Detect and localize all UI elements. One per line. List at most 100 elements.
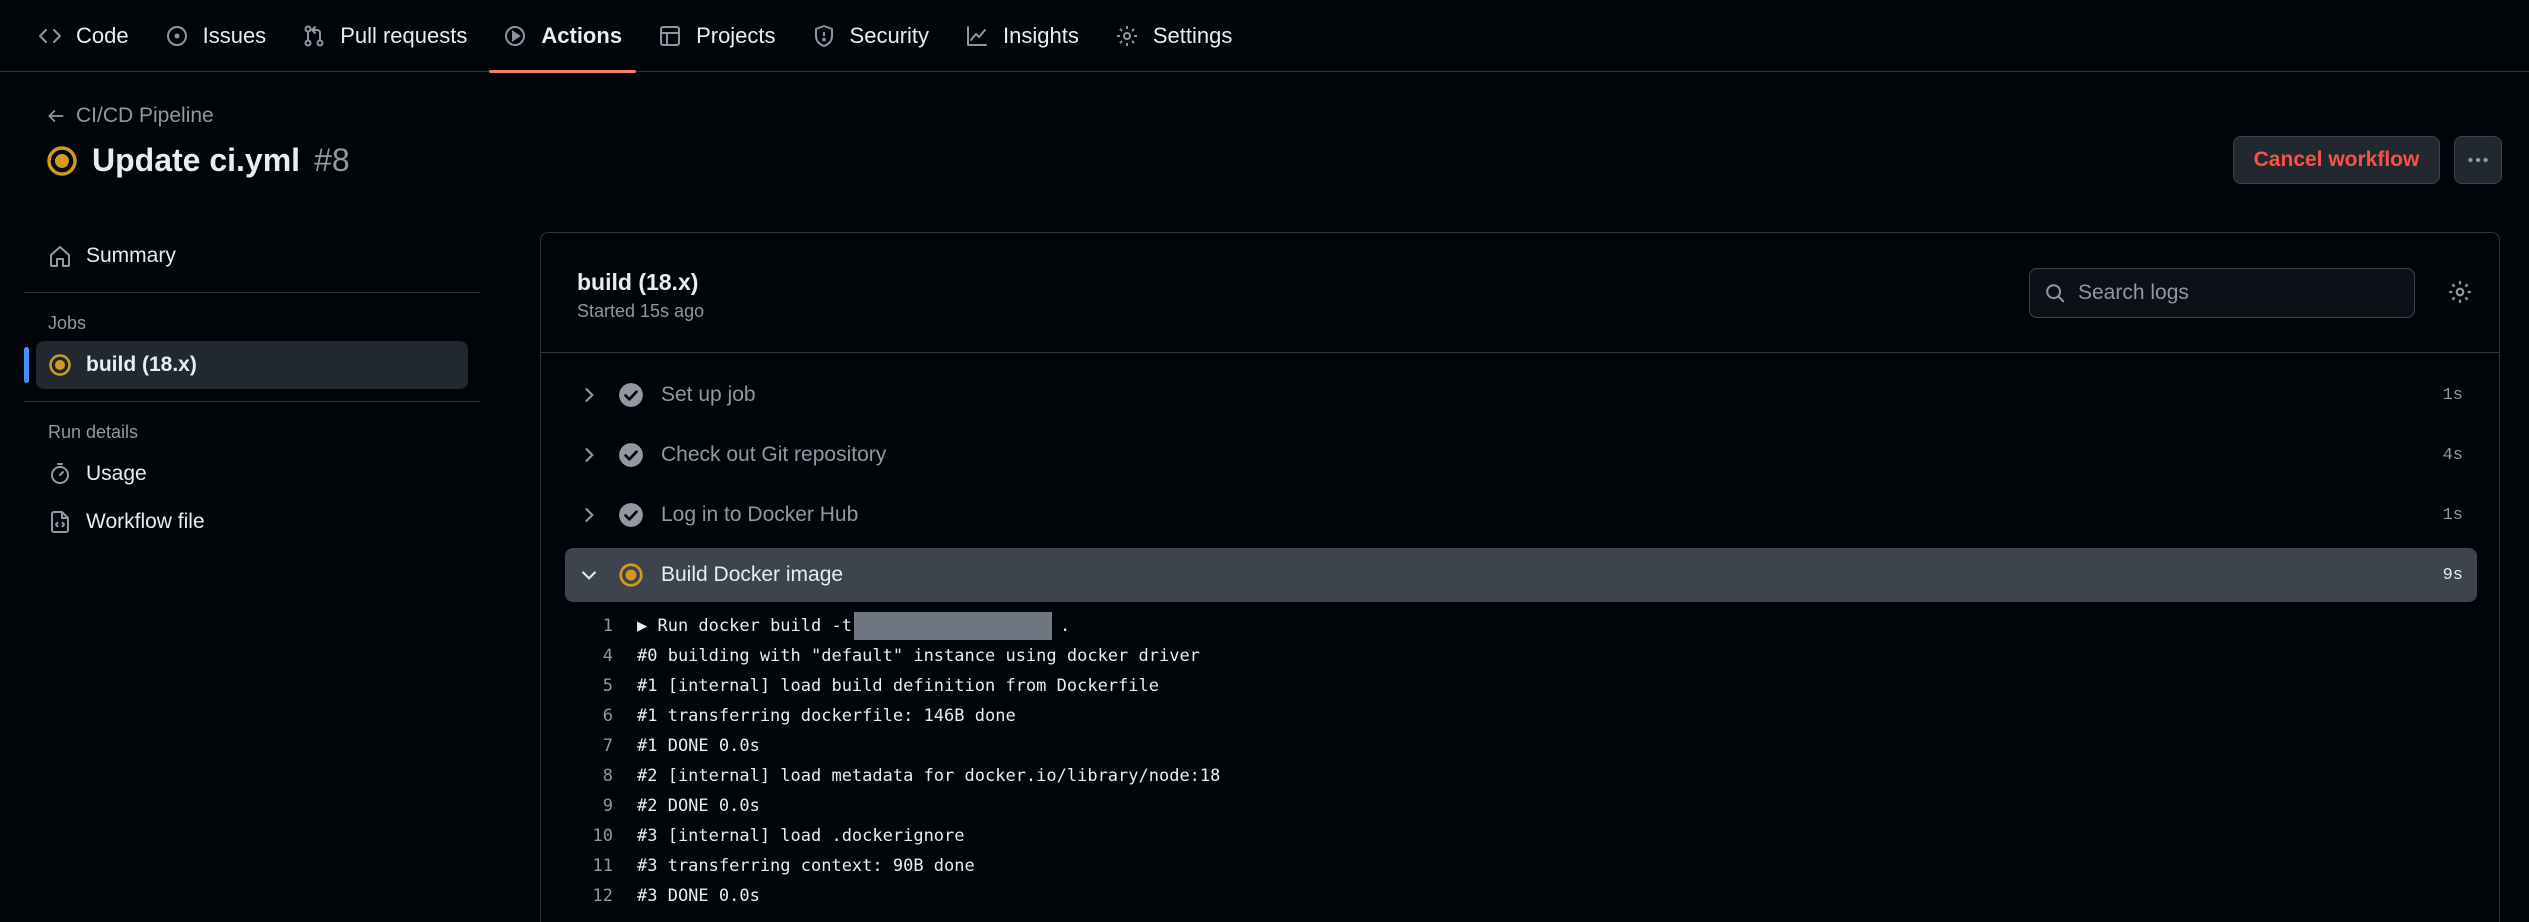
log-command-suffix: . (1059, 616, 1071, 636)
line-number[interactable]: 7 (565, 736, 637, 756)
check-circle-icon (613, 382, 649, 408)
log-line[interactable]: 5 #1 [internal] load build definition fr… (565, 671, 1220, 701)
job-header: build (18.x) Started 15s ago (541, 233, 2499, 353)
in-progress-icon (46, 145, 78, 177)
tab-label: Issues (202, 23, 267, 48)
step-label: Log in to Docker Hub (661, 503, 859, 526)
code-icon (38, 24, 62, 48)
sidebar-item-label: Summary (86, 244, 176, 267)
tab-pull-requests[interactable]: Pull requests (284, 0, 485, 72)
step-duration: 1s (2442, 385, 2463, 405)
log-command-prefix: Run docker build -t (657, 616, 852, 636)
log-text: #0 building with "default" instance usin… (637, 646, 1200, 666)
step-label: Check out Git repository (661, 443, 887, 466)
job-started-time: Started 15s ago (577, 301, 705, 321)
sidebar-item-label: Usage (86, 462, 147, 485)
divider (24, 401, 480, 402)
line-number[interactable]: 10 (565, 826, 637, 846)
page-title: Update ci.yml #8 (46, 142, 350, 179)
search-icon (2044, 282, 2066, 304)
line-number[interactable]: 12 (565, 886, 637, 906)
triangle-right-icon: ▶ (637, 616, 658, 636)
run-title-text: Update ci.yml (92, 142, 301, 178)
issue-icon (165, 24, 189, 48)
log-line[interactable]: 10 #3 [internal] load .dockerignore (565, 821, 1220, 851)
chevron-down-icon (565, 565, 613, 585)
step-row[interactable]: Set up job 1s (565, 368, 2477, 422)
line-number[interactable]: 11 (565, 856, 637, 876)
tab-security[interactable]: Security (794, 0, 947, 72)
step-row[interactable]: Check out Git repository 4s (565, 428, 2477, 482)
sidebar-item-workflow-file[interactable]: Workflow file (24, 498, 480, 546)
graph-icon (965, 24, 989, 48)
step-list: Set up job 1s Check out Git repository 4… (565, 368, 2477, 608)
tab-projects[interactable]: Projects (640, 0, 793, 72)
stopwatch-icon (48, 462, 72, 486)
step-label: Set up job (661, 383, 756, 406)
tab-code[interactable]: Code (20, 0, 147, 72)
log-text: #3 [internal] load .dockerignore (637, 826, 965, 846)
cancel-workflow-button[interactable]: Cancel workflow (2233, 136, 2440, 184)
log-text: #2 [internal] load metadata for docker.i… (637, 766, 1221, 786)
tab-label: Pull requests (340, 23, 468, 48)
log-line[interactable]: 6 #1 transferring dockerfile: 146B done (565, 701, 1220, 731)
line-number[interactable]: 6 (565, 706, 637, 726)
sidebar-item-usage[interactable]: Usage (24, 450, 480, 498)
log-settings-button[interactable] (2447, 279, 2473, 305)
step-label: Build Docker image (661, 563, 844, 586)
gear-icon (1115, 24, 1139, 48)
tab-label: Actions (541, 23, 623, 48)
chevron-right-icon (565, 445, 613, 465)
kebab-horizontal-icon (2465, 147, 2491, 173)
line-number[interactable]: 5 (565, 676, 637, 696)
line-number[interactable]: 8 (565, 766, 637, 786)
check-circle-icon (613, 502, 649, 528)
line-number[interactable]: 4 (565, 646, 637, 666)
arrow-left-icon (46, 106, 66, 126)
back-link-label: CI/CD Pipeline (76, 104, 214, 127)
log-line[interactable]: 1 ▶ Run docker build -t. (565, 611, 1220, 641)
log-line[interactable]: 9 #2 DONE 0.0s (565, 791, 1220, 821)
run-number: #8 (314, 142, 350, 178)
tab-label: Insights (1003, 23, 1079, 48)
log-text[interactable]: ▶ Run docker build -t. (637, 612, 1070, 640)
step-duration: 9s (2442, 565, 2463, 585)
play-icon (503, 24, 527, 48)
step-duration: 4s (2442, 445, 2463, 465)
log-line[interactable]: 4 #0 building with "default" instance us… (565, 641, 1220, 671)
sidebar-item-label: build (18.x) (86, 353, 197, 376)
gear-icon (2447, 279, 2473, 305)
step-row-expanded[interactable]: Build Docker image 9s (565, 548, 2477, 602)
table-icon (658, 24, 682, 48)
job-title: build (18.x) (577, 269, 699, 295)
log-text: #1 DONE 0.0s (637, 736, 760, 756)
job-log-panel: build (18.x) Started 15s ago Set up job … (540, 232, 2500, 922)
tab-settings[interactable]: Settings (1097, 0, 1251, 72)
run-sidebar: Summary Jobs build (18.x) Run details Us… (24, 232, 480, 546)
step-row[interactable]: Log in to Docker Hub 1s (565, 488, 2477, 542)
search-logs-box[interactable] (2029, 268, 2415, 318)
tab-actions[interactable]: Actions (485, 0, 640, 73)
sidebar-item-label: Workflow file (86, 510, 205, 533)
line-number[interactable]: 1 (565, 616, 637, 636)
file-code-icon (48, 510, 72, 534)
back-to-workflow-link[interactable]: CI/CD Pipeline (46, 104, 214, 128)
log-text: #1 transferring dockerfile: 146B done (637, 706, 1016, 726)
check-circle-icon (613, 442, 649, 468)
more-options-button[interactable] (2454, 136, 2502, 184)
in-progress-icon (48, 353, 72, 377)
log-line[interactable]: 12 #3 DONE 0.0s (565, 881, 1220, 911)
tab-insights[interactable]: Insights (947, 0, 1097, 72)
log-line[interactable]: 11 #3 transferring context: 90B done (565, 851, 1220, 881)
sidebar-item-summary[interactable]: Summary (24, 232, 480, 280)
jobs-heading: Jobs (48, 312, 87, 333)
log-line[interactable]: 7 #1 DONE 0.0s (565, 731, 1220, 761)
log-text: #3 transferring context: 90B done (637, 856, 975, 876)
sidebar-item-job-build[interactable]: build (18.x) (24, 341, 468, 389)
search-logs-input[interactable] (2078, 281, 2398, 305)
in-progress-icon (613, 562, 649, 588)
log-line[interactable]: 8 #2 [internal] load metadata for docker… (565, 761, 1221, 791)
tab-issues[interactable]: Issues (147, 0, 285, 72)
tab-label: Security (849, 23, 930, 48)
line-number[interactable]: 9 (565, 796, 637, 816)
